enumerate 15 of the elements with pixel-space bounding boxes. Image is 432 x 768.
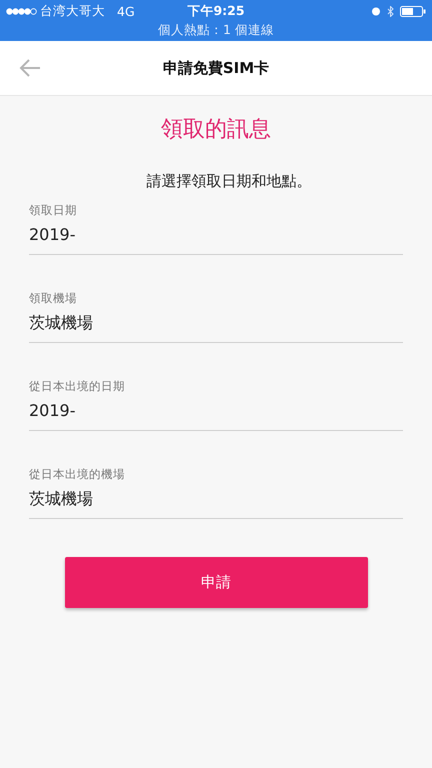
section-heading: 領取的訊息	[160, 116, 272, 144]
form-field[interactable]: 領取機場 茨城機場	[29, 290, 403, 343]
instruction-text: 請選擇領取日期和地點。	[146, 171, 312, 191]
form-field[interactable]: 從日本出境的機場 茨城機場	[29, 466, 403, 519]
back-arrow-icon[interactable]	[19, 59, 41, 77]
submit-button[interactable]: 申請	[64, 557, 368, 608]
network-type: 4G	[117, 4, 135, 18]
page-title: 申請免費SIM卡	[162, 58, 270, 78]
battery-icon	[400, 6, 426, 16]
signal-icon	[6, 8, 38, 14]
status-time: 下午9:25	[187, 2, 245, 20]
carrier-name: 台湾大哥大	[40, 2, 105, 20]
form-field[interactable]: 領取日期 2019-	[29, 202, 403, 255]
bluetooth-icon	[387, 6, 394, 16]
form-field[interactable]: 從日本出境的日期 2019-	[29, 378, 403, 431]
